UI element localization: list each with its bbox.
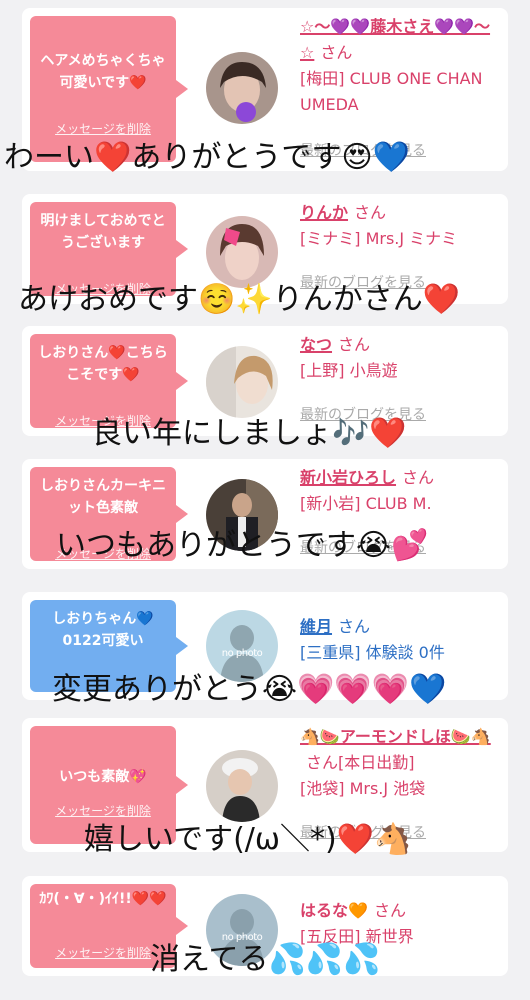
sender-name-link[interactable]: なつ — [300, 335, 332, 354]
honorific: さん — [338, 617, 371, 636]
sender-name-link[interactable]: 🐴🍉アーモンドしほ🍉🐴 — [300, 727, 491, 746]
message-text: 明けましておめでとうございます — [40, 213, 166, 251]
message-text: しおりちゃん💙0122可愛い — [52, 611, 154, 649]
overlay-caption: 嬉しいです(/ω＼*)❤️🐴 — [84, 822, 412, 857]
sender-name-link[interactable]: はるな🧡 — [300, 901, 368, 920]
shop-name: [三重県] 体験談 0件 — [300, 643, 445, 662]
message-bubble: しおりさん❤️こちらこそです❤️ メッセージを削除 — [30, 334, 188, 428]
delete-message-link[interactable]: メッセージを削除 — [30, 120, 176, 137]
honorific: さん — [338, 335, 371, 354]
avatar[interactable] — [206, 750, 278, 822]
shop-name: [上野] 小鳥遊 — [300, 361, 398, 380]
shop-name: [梅田] CLUB ONE CHAN UMEDA — [300, 69, 483, 114]
overlay-caption: 良い年にしましょ🎶❤️ — [92, 416, 407, 451]
sender-name-link[interactable]: りんか — [300, 203, 348, 222]
sender-info: 🐴🍉アーモンドしほ🍉🐴 さん[本日出勤] [池袋] Mrs.J 池袋 — [300, 724, 500, 802]
sender-info: なつ さん [上野] 小鳥遊 — [300, 332, 500, 384]
sender-name-link[interactable]: 維月 — [300, 617, 332, 636]
overlay-caption: いつもありがとうです😭💕 — [56, 528, 429, 563]
message-text: ヘアメめちゃくちゃ可愛いです❤️ — [40, 53, 166, 91]
avatar[interactable] — [206, 346, 278, 418]
no-photo-label: no photo — [221, 648, 263, 659]
honorific: さん — [354, 203, 387, 222]
message-text: いつも素敵💖 — [59, 769, 147, 785]
message-text: ｶﾜ(・∀・)ｲｲ!!❤️❤️ — [39, 891, 167, 907]
message-text: しおりさん❤️こちらこそです❤️ — [38, 345, 168, 383]
avatar[interactable] — [206, 216, 278, 288]
sender-info: 維月 さん [三重県] 体験談 0件 — [300, 614, 500, 666]
honorific: さん — [402, 468, 435, 487]
avatar[interactable] — [206, 52, 278, 124]
honorific: さん[本日出勤] — [306, 753, 415, 772]
sender-info: 新小岩ひろし さん [新小岩] CLUB M. — [300, 465, 500, 517]
overlay-caption: わーい❤️ありがとうです😍💙 — [4, 140, 410, 175]
honorific: さん — [373, 901, 406, 920]
delete-message-link[interactable]: メッセージを削除 — [30, 802, 176, 819]
overlay-caption: 変更ありがとう😭💗💗💗💙 — [52, 672, 447, 707]
shop-name: [池袋] Mrs.J 池袋 — [300, 779, 426, 798]
overlay-caption: 消えてる💦💦💦 — [150, 942, 381, 977]
message-text: しおりさんカーキニット色素敵 — [40, 478, 166, 516]
overlay-caption: あけおめです☺️✨りんかさん❤️ — [18, 282, 461, 317]
shop-name: [新小岩] CLUB M. — [300, 494, 432, 513]
sender-info: ☆〜💜💜藤木さえ💜💜〜☆ さん [梅田] CLUB ONE CHAN UMEDA — [300, 14, 500, 118]
shop-name: [ミナミ] Mrs.J ミナミ — [300, 229, 458, 248]
honorific: さん — [320, 43, 353, 62]
sender-info: りんか さん [ミナミ] Mrs.J ミナミ — [300, 200, 500, 252]
sender-name-link[interactable]: 新小岩ひろし — [300, 468, 396, 487]
